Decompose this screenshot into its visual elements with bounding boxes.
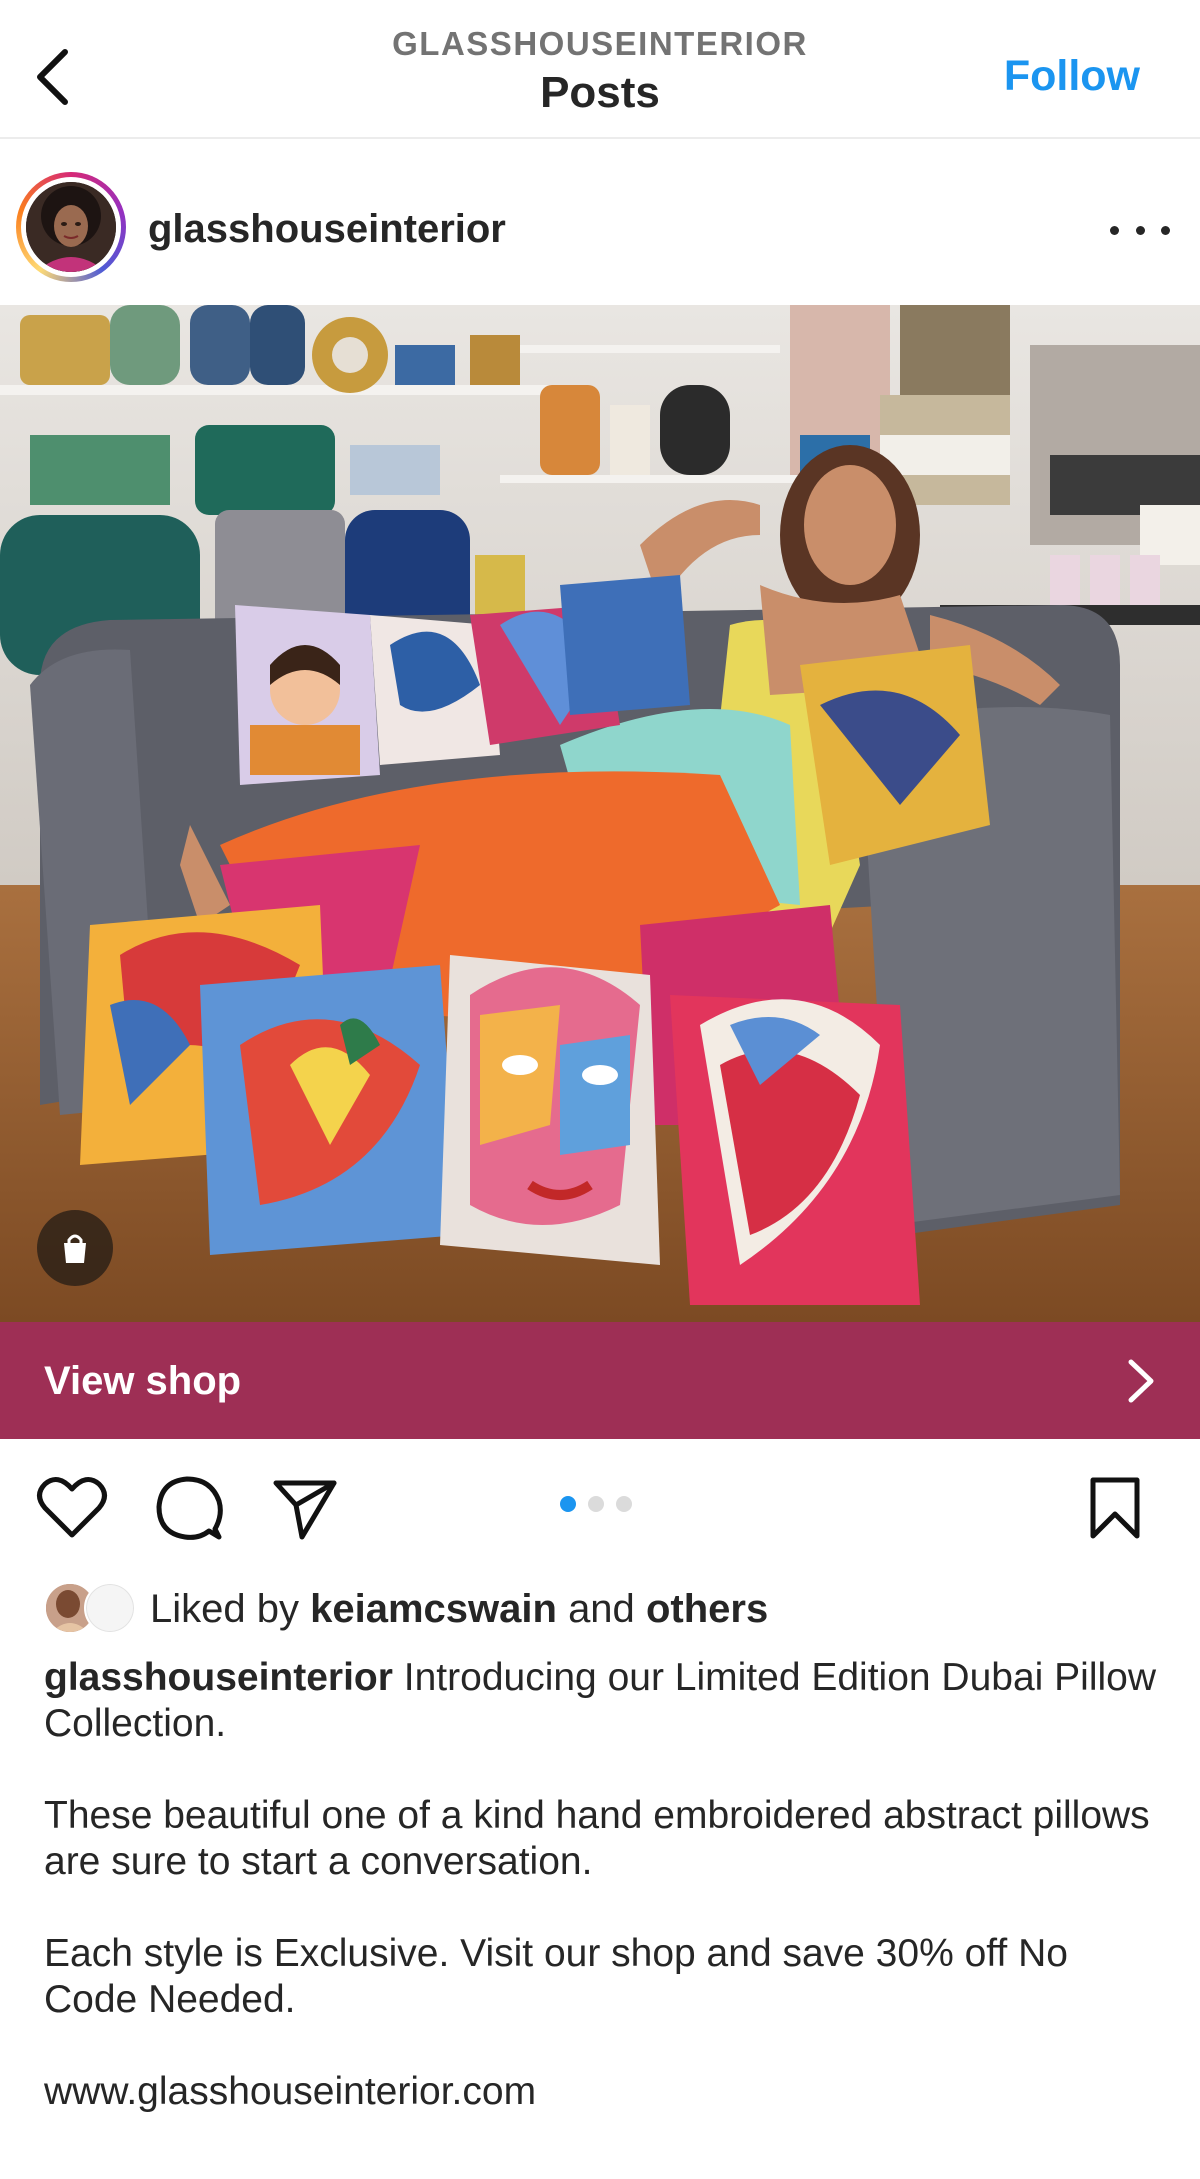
share-button[interactable]	[272, 1477, 338, 1541]
chevron-left-icon	[37, 49, 68, 105]
likes-middle: and	[568, 1587, 635, 1631]
caption-paragraph-2: These beautiful one of a kind hand embro…	[44, 1794, 1150, 1883]
photo-illustration	[0, 305, 1200, 1322]
caption-first-paragraph: glasshouseinterior Introducing our Limit…	[44, 1655, 1164, 1747]
shop-tag-button[interactable]	[37, 1210, 113, 1286]
likes-others-link[interactable]: others	[646, 1587, 768, 1631]
carousel-dot-active	[560, 1496, 576, 1512]
comment-button[interactable]	[155, 1475, 223, 1543]
likes-text: Liked by keiamcswain and others	[150, 1586, 768, 1632]
post-username[interactable]: glasshouseinterior	[148, 205, 506, 253]
top-navigation-bar: GLASSHOUSEINTERIOR Posts Follow	[0, 0, 1200, 139]
heart-icon	[37, 1477, 107, 1538]
save-button[interactable]	[1088, 1476, 1142, 1540]
caption-paragraph-3: Each style is Exclusive. Visit our shop …	[44, 1932, 1068, 2021]
profile-avatar-ring[interactable]	[16, 172, 126, 282]
carousel-dot	[588, 1496, 604, 1512]
post-header: glasshouseinterior	[0, 139, 1200, 305]
liked-by-avatars[interactable]	[44, 1582, 136, 1634]
more-horizontal-icon-dot	[1161, 225, 1170, 235]
comment-icon	[156, 1476, 223, 1540]
bookmark-icon	[1090, 1477, 1140, 1539]
post-caption: glasshouseinterior Introducing our Limit…	[44, 1655, 1164, 2115]
carousel-dot	[616, 1496, 632, 1512]
shopping-bag-icon	[64, 1234, 86, 1263]
likes-prefix: Liked by	[150, 1587, 299, 1631]
nav-account-name: GLASSHOUSEINTERIOR	[392, 25, 808, 62]
post-photo[interactable]	[0, 305, 1200, 1322]
paper-plane-icon	[273, 1480, 337, 1540]
caption-website-link[interactable]: www.glasshouseinterior.com	[44, 2069, 1164, 2115]
more-options-button[interactable]	[1110, 215, 1170, 245]
liked-by-user-link[interactable]: keiamcswain	[310, 1587, 557, 1631]
like-button[interactable]	[36, 1475, 108, 1541]
view-shop-label: View shop	[44, 1359, 242, 1403]
avatar-image	[26, 182, 116, 272]
chevron-right-icon	[1128, 1359, 1154, 1403]
avatar-border	[21, 177, 121, 277]
view-shop-bar[interactable]: View shop	[0, 1322, 1200, 1439]
nav-titles: GLASSHOUSEINTERIOR Posts	[300, 24, 900, 120]
avatar	[84, 1582, 136, 1634]
page-title: Posts	[540, 68, 660, 117]
more-horizontal-icon	[1110, 225, 1119, 235]
carousel-indicator	[560, 1496, 632, 1512]
caption-username[interactable]: glasshouseinterior	[44, 1656, 393, 1699]
back-button[interactable]	[30, 42, 74, 112]
follow-button[interactable]: Follow	[1004, 50, 1140, 102]
likes-row: Liked by keiamcswain and others	[44, 1582, 1164, 1634]
avatar	[26, 182, 116, 272]
more-horizontal-icon-dot	[1135, 225, 1145, 235]
